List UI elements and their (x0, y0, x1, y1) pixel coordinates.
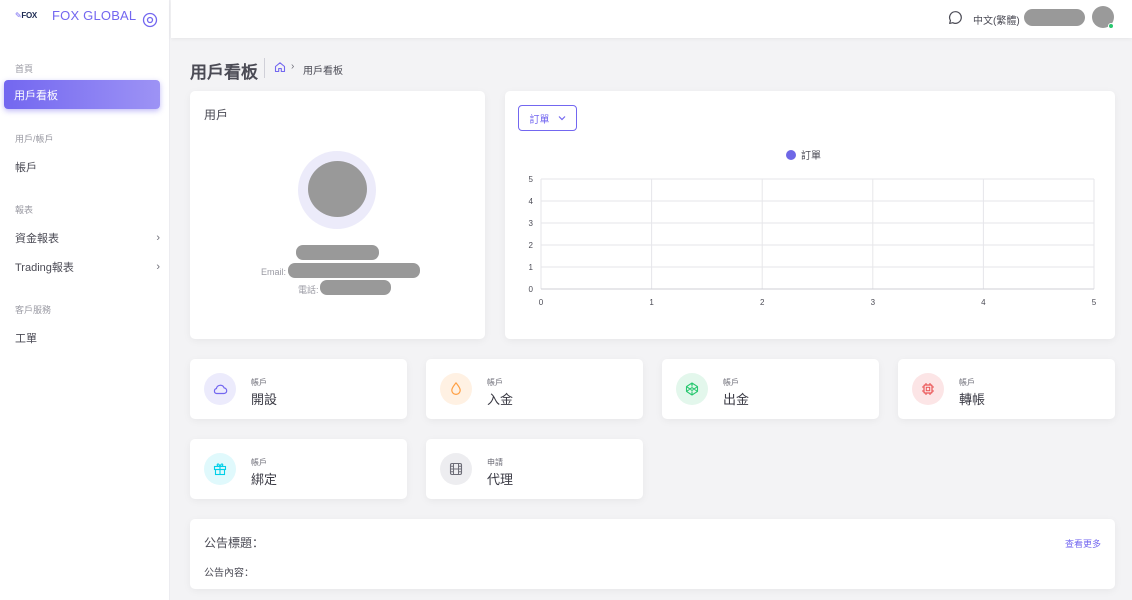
stat-sub: 帳戶 (487, 378, 503, 387)
chat-icon[interactable] (948, 10, 963, 25)
stat-sub: 帳戶 (723, 378, 739, 387)
section-label-customer-service: 客戶服務 (15, 305, 52, 315)
cpu-icon (912, 373, 944, 405)
stat-sub: 申請 (487, 458, 503, 467)
chart-type-select[interactable]: 訂單 (518, 105, 577, 131)
stat-card-agent[interactable]: 申請 代理 (426, 439, 643, 499)
x-tick-label: 4 (981, 298, 986, 307)
chevron-right-icon: › (156, 261, 160, 273)
sidebar-item-label: Trading報表 (15, 262, 74, 274)
y-tick-label: 2 (529, 241, 534, 250)
stat-sub: 帳戶 (959, 378, 975, 387)
page-title: 用戶看板 (190, 63, 258, 82)
user-name-redacted (296, 245, 379, 260)
sidebar-item-tickets[interactable]: 工單 (15, 330, 160, 346)
x-tick-label: 3 (871, 298, 876, 307)
chart-card: 0 1 2 3 4 5 0 1 2 3 4 5 訂單 訂單 (505, 91, 1115, 339)
logo: ✎FOX (15, 11, 37, 20)
user-name[interactable] (1024, 9, 1085, 26)
home-icon[interactable] (274, 61, 286, 73)
view-more-link[interactable]: 查看更多 (1065, 537, 1101, 550)
stat-card-open-account[interactable]: 帳戶 開設 (190, 359, 407, 419)
email-value-redacted (288, 263, 420, 278)
chevron-down-icon (558, 116, 565, 121)
cloud-icon (204, 373, 236, 405)
topbar: 中文(繁體) (171, 0, 1132, 38)
x-tick-label: 1 (649, 298, 654, 307)
gift-icon (204, 453, 236, 485)
online-status-dot (1108, 23, 1114, 29)
breadcrumb-current: 用戶看板 (303, 66, 343, 77)
legend-dot (786, 149, 796, 160)
y-tick-label: 4 (529, 197, 534, 206)
chevron-right-icon: › (291, 61, 295, 72)
phone-label: 電話: (298, 285, 319, 295)
section-label-user-account: 用戶/帳戶 (15, 134, 54, 144)
orders-chart: 0 1 2 3 4 5 0 1 2 3 4 5 (529, 175, 1097, 307)
stat-card-bind[interactable]: 帳戶 綁定 (190, 439, 407, 499)
brand[interactable]: ✎FOX FOX GLOBAL (0, 0, 170, 38)
film-icon (440, 453, 472, 485)
sidebar-item-label: 資金報表 (15, 233, 59, 245)
chevron-right-icon: › (156, 232, 160, 244)
x-tick-label: 0 (539, 298, 544, 307)
stat-card-transfer[interactable]: 帳戶 轉帳 (898, 359, 1115, 419)
breadcrumb-divider (264, 58, 265, 78)
y-tick-label: 1 (529, 263, 534, 272)
stat-main: 綁定 (251, 472, 278, 487)
sidebar-item-label: 用戶看板 (14, 89, 58, 102)
notice-title: 公告標題： (204, 536, 265, 550)
language-selector[interactable]: 中文(繁體) (973, 12, 1020, 27)
chart-legend[interactable]: 訂單 (786, 147, 821, 162)
section-label-home: 首頁 (15, 64, 34, 74)
sidebar-item-user-dashboard[interactable]: 用戶看板 (4, 80, 160, 109)
stat-main: 出金 (723, 392, 750, 407)
x-tick-label: 2 (760, 298, 765, 307)
brand-name: FOX GLOBAL (52, 8, 137, 23)
user-card: 用戶 Email: 電話: (190, 91, 485, 339)
section-label-reports: 報表 (15, 205, 34, 215)
stat-sub: 帳戶 (251, 378, 267, 387)
email-label: Email: (261, 267, 287, 277)
stat-card-withdraw[interactable]: 帳戶 出金 (662, 359, 879, 419)
stat-main: 開設 (251, 392, 278, 407)
phone-value-redacted (320, 280, 391, 295)
y-tick-label: 5 (529, 175, 534, 184)
sidebar-item-trading-report[interactable]: Trading報表 › (15, 259, 160, 275)
sidebar-item-account[interactable]: 帳戶 (15, 159, 160, 175)
codepen-icon (676, 373, 708, 405)
legend-label: 訂單 (801, 151, 821, 162)
stat-main: 代理 (487, 472, 514, 487)
avatar (308, 161, 367, 217)
stat-card-deposit[interactable]: 帳戶 入金 (426, 359, 643, 419)
sidebar-item-fund-report[interactable]: 資金報表 › (15, 230, 160, 246)
sidebar-item-label: 工單 (15, 333, 37, 345)
x-tick-label: 5 (1092, 298, 1097, 307)
y-tick-label: 3 (529, 219, 534, 228)
chart-select-label: 訂單 (529, 114, 550, 126)
notice-content: 公告內容： (204, 568, 254, 579)
droplet-icon (440, 373, 472, 405)
stat-sub: 帳戶 (251, 458, 267, 467)
user-card-title: 用戶 (204, 108, 229, 122)
sidebar-item-label: 帳戶 (15, 162, 37, 174)
stat-main: 入金 (487, 392, 514, 407)
y-tick-label: 0 (529, 285, 534, 294)
notice-card: 公告標題： 查看更多 公告內容： (190, 519, 1115, 589)
stat-main: 轉帳 (959, 392, 986, 407)
target-icon[interactable] (142, 12, 158, 28)
sidebar: ✎FOX FOX GLOBAL 首頁 用戶看板 用戶/帳戶 帳戶 報表 資金報表… (0, 0, 170, 600)
